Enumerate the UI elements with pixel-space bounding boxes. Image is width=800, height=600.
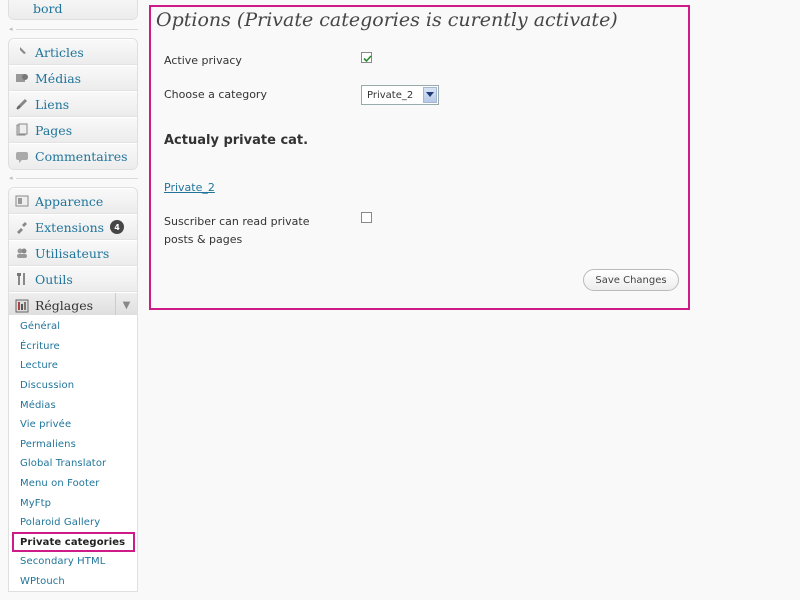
submenu-item-menu-on-footer[interactable]: Menu on Footer [9,474,137,494]
chevron-down-icon[interactable]: ▼ [115,293,137,315]
choose-category-label: Choose a category [164,88,267,101]
media-icon [15,71,29,85]
private-category-link[interactable]: Private_2 [164,181,215,194]
submenu-item-wptouch[interactable]: WPtouch [9,572,137,592]
menu-separator[interactable]: ◂ [8,172,138,184]
highlight-box-submenu [12,532,135,552]
sidebar-item-medias[interactable]: Médias [9,65,137,91]
sidebar-item-label: Utilisateurs [35,245,110,261]
sidebar-item-label: Outils [35,271,73,287]
sidebar-item-label: Apparence [35,193,104,209]
sidebar-item-label: Extensions [35,219,105,235]
submenu-item-vie-privee[interactable]: Vie privée [9,415,137,435]
active-privacy-checkbox[interactable] [361,52,372,63]
private-categories-heading: Actualy private cat. [164,133,309,148]
sidebar-item-articles[interactable]: Articles [9,39,137,65]
pushpin-icon [15,45,29,59]
comment-icon [15,150,29,164]
pages-icon [15,123,29,137]
menu-group-content: Articles Médias Liens Pages Commentaires [8,38,138,170]
sidebar-item-label: Articles [35,44,84,60]
tools-icon [15,272,29,286]
category-select-value: Private_2 [367,89,414,101]
submenu-item-discussion[interactable]: Discussion [9,376,137,396]
subscriber-label-line2: posts & pages [164,233,243,246]
menu-group-admin: Apparence Extensions 4 Utilisateurs Outi… [8,187,138,316]
sidebar-item-outils[interactable]: Outils [9,266,137,292]
update-count-badge: 4 [110,220,125,234]
submenu-item-myftp[interactable]: MyFtp [9,493,137,513]
submenu-item-ecriture[interactable]: Écriture [9,337,137,357]
page-title: Options (Private categories is curently … [156,9,618,31]
plugin-icon [15,220,29,234]
submenu-item-medias[interactable]: Médias [9,395,137,415]
submenu-item-lecture[interactable]: Lecture [9,356,137,376]
subscriber-read-checkbox[interactable] [361,212,372,223]
submenu-item-global-translator[interactable]: Global Translator [9,454,137,474]
active-privacy-label: Active privacy [164,54,242,67]
menu-group-dashboard: bord [8,0,138,20]
options-panel: Options (Private categories is curently … [149,5,690,310]
submenu-item-polaroid-gallery[interactable]: Polaroid Gallery [9,513,137,533]
sidebar-item-extensions[interactable]: Extensions 4 [9,214,137,240]
sidebar-item-label: Médias [35,70,82,86]
sidebar-item-label: Réglages [35,298,94,313]
sidebar-item-label: Commentaires [35,149,128,164]
users-icon [15,246,29,260]
chevron-down-icon[interactable] [423,87,437,103]
sidebar-item-dashboard[interactable]: bord [9,0,137,19]
sidebar-item-label: Pages [35,122,73,138]
submenu-item-secondary-html[interactable]: Secondary HTML [9,552,137,572]
sidebar-item-liens[interactable]: Liens [9,91,137,117]
sidebar-item-label: bord [33,0,63,16]
sidebar-item-pages[interactable]: Pages [9,117,137,143]
category-select[interactable]: Private_2 [361,85,439,105]
save-changes-button[interactable]: Save Changes [583,269,679,291]
checkmark-icon [363,55,372,63]
sidebar-item-label: Liens [35,96,70,112]
sidebar-item-apparence[interactable]: Apparence [9,188,137,214]
submenu-item-general[interactable]: Général [9,317,137,337]
submenu-item-permaliens[interactable]: Permaliens [9,435,137,455]
subscriber-label-line1: Suscriber can read private [164,215,310,228]
sidebar-item-commentaires[interactable]: Commentaires [9,143,137,169]
menu-separator[interactable]: ◂ [8,23,138,35]
appearance-icon [15,194,29,208]
link-icon [15,97,29,111]
sidebar-item-utilisateurs[interactable]: Utilisateurs [9,240,137,266]
sidebar-item-reglages[interactable]: Réglages ▼ [9,292,137,315]
settings-icon [15,299,29,313]
